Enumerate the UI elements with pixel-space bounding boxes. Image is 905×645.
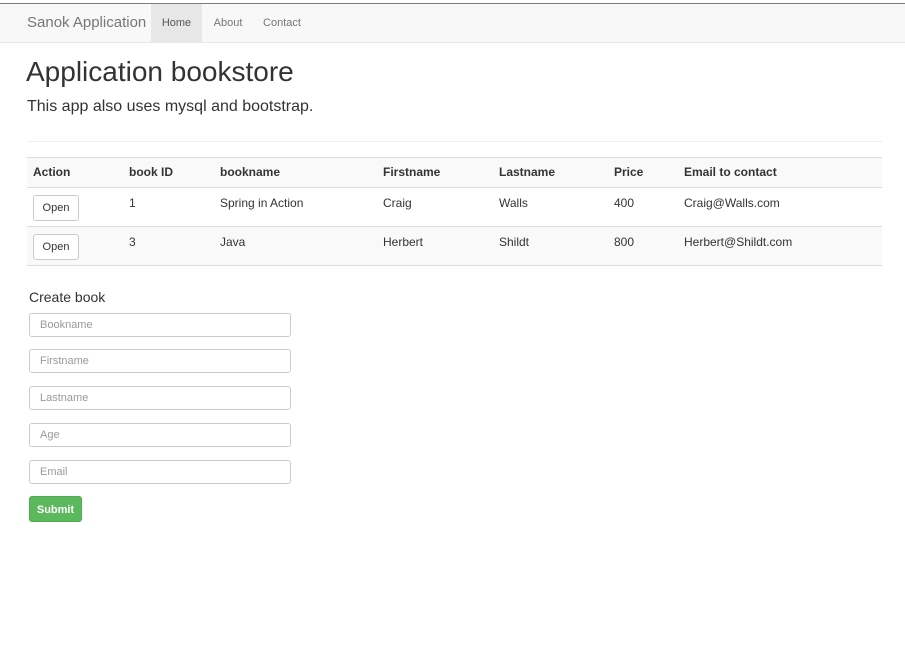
- age-input[interactable]: [29, 423, 291, 447]
- email-input[interactable]: [29, 460, 291, 484]
- cell-book-id: 1: [129, 196, 136, 210]
- column-header-book-id: book ID: [129, 165, 173, 179]
- cell-email: Craig@Walls.com: [684, 196, 780, 210]
- submit-button[interactable]: Submit: [29, 496, 82, 522]
- cell-firstname: Herbert: [383, 235, 424, 249]
- page-subtitle: This app also uses mysql and bootstrap.: [27, 98, 314, 115]
- cell-firstname: Craig: [383, 196, 412, 210]
- open-button[interactable]: Open: [33, 195, 79, 221]
- nav-about-link[interactable]: About: [207, 4, 249, 42]
- divider: [27, 141, 882, 142]
- column-header-firstname: Firstname: [383, 165, 441, 179]
- cell-bookname: Java: [220, 235, 246, 249]
- cell-price: 400: [614, 196, 635, 210]
- lastname-input[interactable]: [29, 386, 291, 410]
- column-header-bookname: bookname: [220, 165, 281, 179]
- nav-contact-link[interactable]: Contact: [257, 4, 307, 42]
- cell-bookname: Spring in Action: [220, 196, 304, 210]
- cell-book-id: 3: [129, 235, 136, 249]
- nav-home-link[interactable]: Home: [151, 4, 202, 42]
- cell-email: Herbert@Shildt.com: [684, 235, 793, 249]
- table-row: Open 3 Java Herbert Shildt 800 Herbert@S…: [27, 227, 882, 266]
- navbar: Sanok Application Home About Contact: [0, 4, 905, 43]
- cell-lastname: Shildt: [499, 235, 530, 249]
- cell-price: 800: [614, 235, 635, 249]
- table-header: Action book ID bookname Firstname Lastna…: [27, 157, 882, 188]
- column-header-lastname: Lastname: [499, 165, 556, 179]
- firstname-input[interactable]: [29, 349, 291, 373]
- column-header-action: Action: [33, 165, 71, 179]
- column-header-price: Price: [614, 165, 644, 179]
- page-title: Application bookstore: [26, 56, 294, 87]
- open-button[interactable]: Open: [33, 234, 79, 260]
- table-row: Open 1 Spring in Action Craig Walls 400 …: [27, 188, 882, 227]
- column-header-email: Email to contact: [684, 165, 777, 179]
- books-table: Action book ID bookname Firstname Lastna…: [27, 157, 882, 266]
- bookname-input[interactable]: [29, 313, 291, 337]
- create-book-heading: Create book: [29, 289, 106, 305]
- cell-lastname: Walls: [499, 196, 528, 210]
- brand-link[interactable]: Sanok Application: [27, 4, 146, 42]
